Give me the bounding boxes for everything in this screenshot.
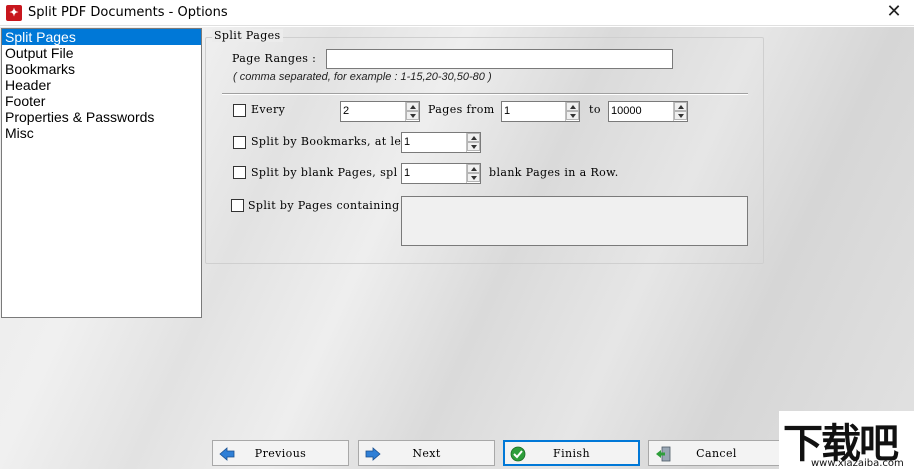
nav-item-misc[interactable]: Misc [2, 125, 201, 141]
next-button[interactable]: Next [358, 440, 495, 466]
pdf-app-icon: ✦ [6, 5, 22, 21]
options-category-list[interactable]: Split Pages Output File Bookmarks Header… [1, 28, 202, 318]
every-value[interactable]: 2 [343, 105, 349, 117]
containing-checkbox[interactable] [231, 199, 244, 212]
panel-title: Split Pages [212, 29, 283, 42]
previous-button[interactable]: Previous [212, 440, 349, 466]
blank-pages-checkbox[interactable] [233, 166, 246, 179]
page-ranges-label: Page Ranges : [232, 52, 317, 65]
cancel-label: Cancel [696, 447, 737, 460]
containing-text-area[interactable] [401, 196, 748, 246]
page-ranges-input[interactable] [326, 49, 673, 69]
bookmarks-label: Split by Bookmarks, at le [251, 135, 402, 148]
cancel-button[interactable]: Cancel [648, 440, 785, 466]
to-value[interactable]: 10000 [611, 105, 642, 117]
bookmarks-value[interactable]: 1 [404, 136, 410, 148]
bookmarks-checkbox[interactable] [233, 136, 246, 149]
spin-up-icon[interactable] [467, 164, 480, 173]
blank-pages-spinner[interactable]: 1 [401, 163, 481, 184]
nav-item-footer[interactable]: Footer [2, 93, 201, 109]
from-spinner[interactable]: 1 [501, 101, 580, 122]
every-label: Every [251, 103, 286, 116]
close-button[interactable]: ✕ [874, 0, 914, 26]
every-spinner[interactable]: 2 [340, 101, 420, 122]
blank-pages-value[interactable]: 1 [404, 167, 410, 179]
containing-label: Split by Pages containing [248, 199, 400, 212]
bookmarks-level-spinner[interactable]: 1 [401, 132, 481, 153]
nav-item-bookmarks[interactable]: Bookmarks [2, 61, 201, 77]
spin-up-icon[interactable] [566, 102, 579, 111]
window-title: Split PDF Documents - Options [28, 5, 228, 20]
next-label: Next [412, 447, 441, 460]
from-value[interactable]: 1 [504, 105, 510, 117]
site-watermark: 下载吧 www.xiazaiba.com [779, 411, 914, 469]
to-label: to [589, 103, 601, 116]
spin-down-icon[interactable] [467, 142, 480, 151]
spin-up-icon[interactable] [406, 102, 419, 111]
previous-label: Previous [254, 447, 307, 460]
page-ranges-hint: ( comma separated, for example : 1-15,20… [233, 71, 492, 83]
blank-pages-suffix: blank Pages in a Row. [489, 166, 619, 179]
every-checkbox[interactable] [233, 104, 246, 117]
nav-item-properties-passwords[interactable]: Properties & Passwords [2, 109, 201, 125]
nav-item-output-file[interactable]: Output File [2, 45, 201, 61]
title-bar: ✦ Split PDF Documents - Options ✕ [0, 0, 914, 26]
spin-down-icon[interactable] [566, 111, 579, 120]
finish-label: Finish [553, 447, 590, 460]
spin-down-icon[interactable] [674, 111, 687, 120]
nav-item-split-pages[interactable]: Split Pages [2, 29, 201, 45]
blank-pages-label: Split by blank Pages, spl [251, 166, 398, 179]
spin-down-icon[interactable] [406, 111, 419, 120]
divider [222, 93, 748, 95]
spin-up-icon[interactable] [467, 133, 480, 142]
watermark-url: www.xiazaiba.com [811, 458, 904, 469]
nav-item-header[interactable]: Header [2, 77, 201, 93]
spin-down-icon[interactable] [467, 173, 480, 182]
dialog-body: Split Pages Output File Bookmarks Header… [0, 27, 914, 469]
spin-up-icon[interactable] [674, 102, 687, 111]
pages-from-label: Pages from [428, 103, 495, 116]
finish-button[interactable]: Finish [503, 440, 640, 466]
to-spinner[interactable]: 10000 [608, 101, 688, 122]
